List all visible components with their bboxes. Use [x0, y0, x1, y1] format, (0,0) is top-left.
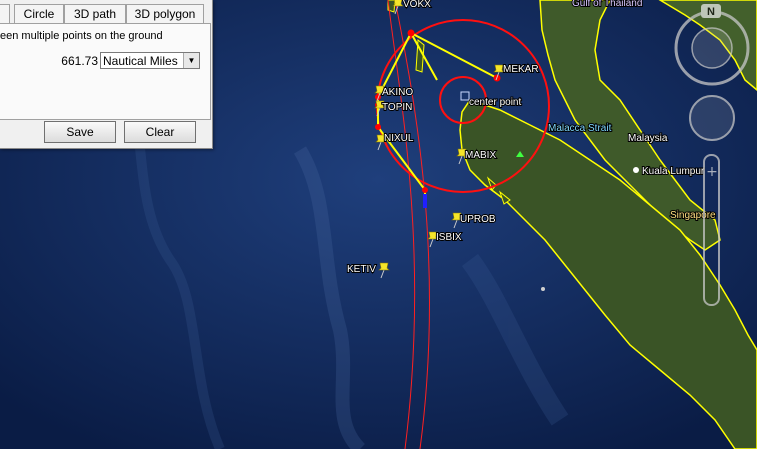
pushpin-icon — [392, 0, 404, 7]
placemark-label: UPROB — [460, 214, 496, 225]
label-malacca: Malacca Strait — [548, 123, 612, 134]
tab-line[interactable] — [0, 4, 10, 23]
island-dot — [541, 287, 545, 291]
placemark-label: TOPIN — [382, 102, 412, 113]
label-kuala-lumpur: Kuala Lumpur — [642, 166, 705, 177]
center-point-label: center point — [469, 97, 521, 108]
look-joystick[interactable] — [691, 27, 733, 69]
ruler-tabs: Circle 3D path 3D polygon — [0, 4, 212, 24]
placemark-label: KETIV — [347, 264, 376, 275]
label-gulf: Gulf of Thailand — [572, 0, 642, 9]
chevron-down-icon[interactable]: ▼ — [183, 53, 199, 68]
ruler-tab-body: een multiple points on the ground 661.73… — [0, 23, 211, 120]
placemark-label: MABIX — [465, 150, 496, 161]
zoom-in-icon[interactable]: + — [706, 164, 718, 180]
tab-3d-polygon[interactable]: 3D polygon — [126, 4, 204, 23]
placemark-label: VOKX — [403, 0, 431, 10]
ruler-description: een multiple points on the ground — [0, 30, 163, 42]
unit-select-value: Nautical Miles — [103, 54, 178, 68]
path-end-marker — [423, 194, 427, 208]
tab-3d-path[interactable]: 3D path — [64, 4, 126, 23]
north-label: N — [707, 6, 715, 18]
label-singapore: Singapore — [670, 210, 716, 221]
placemark-label: NIXUL — [384, 133, 414, 144]
ruler-panel: Circle 3D path 3D polygon een multiple p… — [0, 0, 213, 149]
placemark-label: ISBIX — [436, 232, 462, 243]
city-dot-kl — [633, 167, 639, 173]
move-joystick[interactable] — [689, 95, 735, 141]
clear-button[interactable]: Clear — [124, 121, 196, 143]
label-malaysia: Malaysia — [628, 133, 668, 144]
placemark-label: MEKAR — [503, 64, 539, 75]
distance-value: 661.73 — [61, 54, 98, 68]
placemark-label: AKINO — [382, 87, 413, 98]
unit-select[interactable]: Nautical Miles ▼ — [100, 52, 200, 69]
tab-circle[interactable]: Circle — [14, 4, 64, 23]
save-button[interactable]: Save — [44, 121, 116, 143]
pushpin-icon — [378, 262, 390, 271]
